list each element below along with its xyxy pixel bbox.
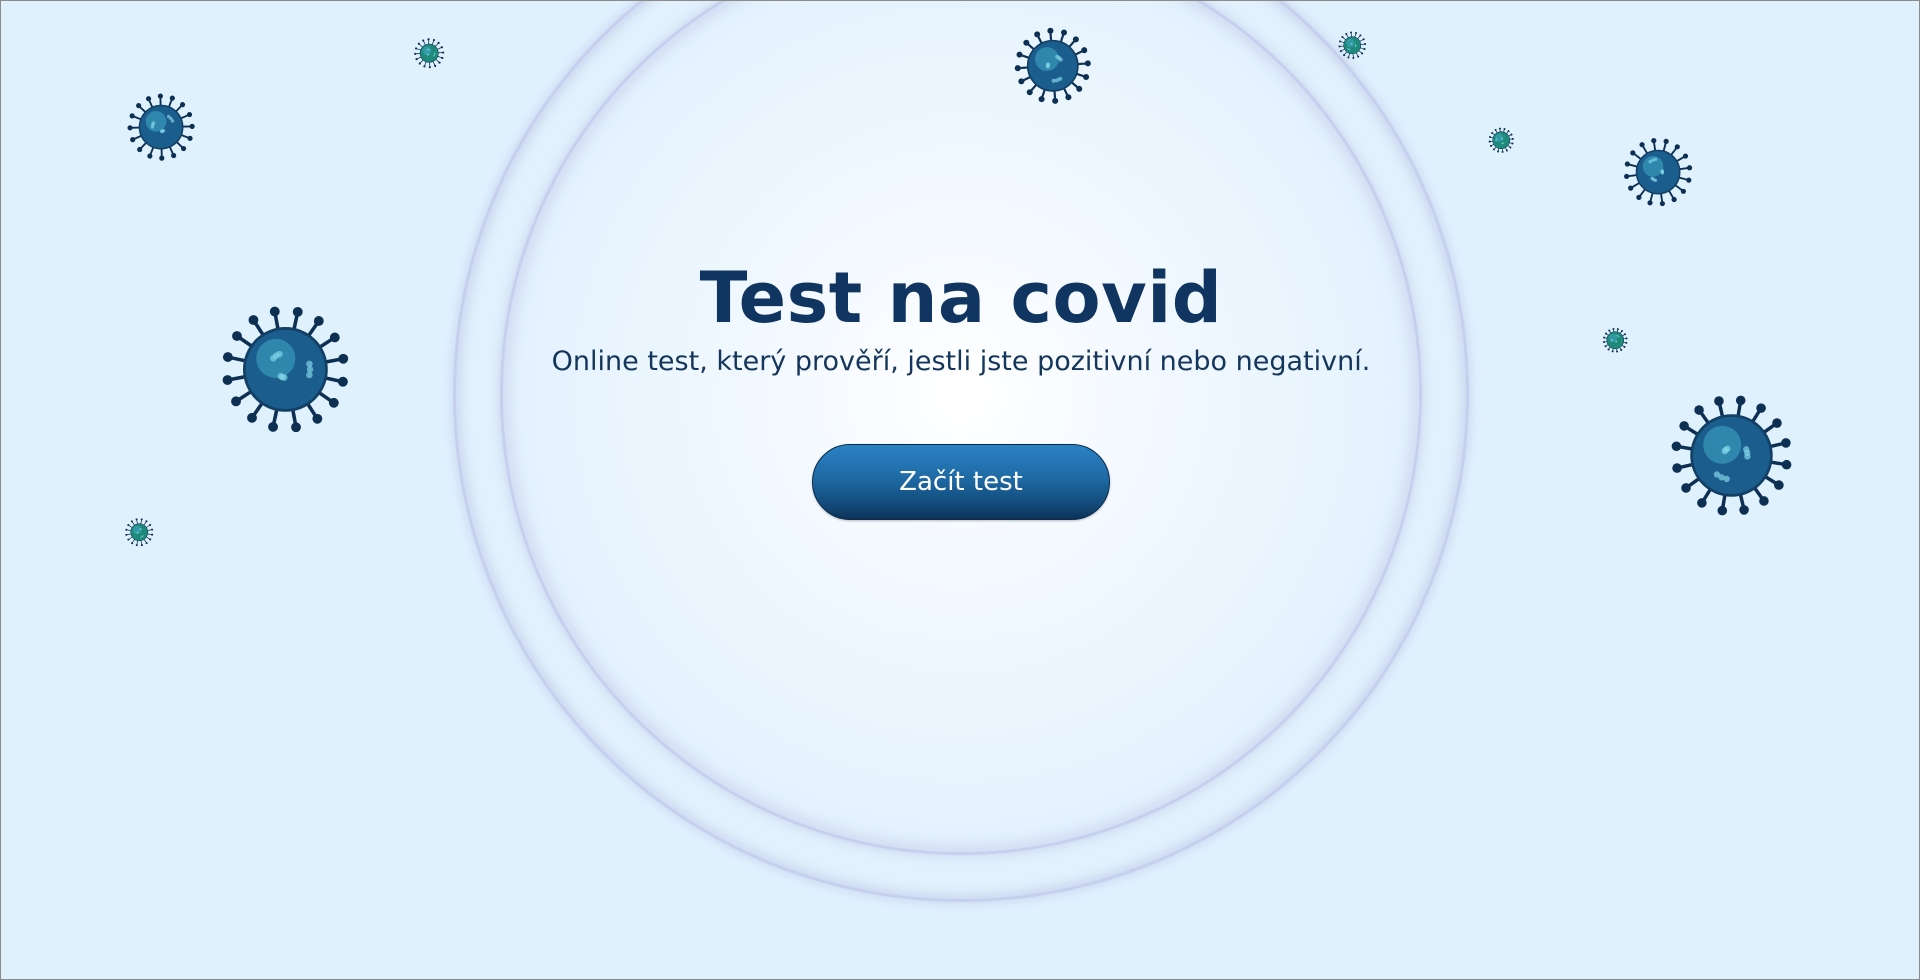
page-subtitle: Online test, který prověří, jestli jste … bbox=[551, 346, 1371, 377]
start-test-button[interactable]: Začít test bbox=[812, 444, 1110, 520]
virus-icon bbox=[1601, 326, 1630, 355]
virus-icon bbox=[413, 37, 445, 69]
virus-icon bbox=[217, 301, 354, 438]
virus-icon bbox=[125, 91, 197, 163]
page-background: Test na covid Online test, který prověří… bbox=[1, 1, 1920, 980]
virus-icon bbox=[1338, 31, 1367, 60]
virus-icon bbox=[1011, 24, 1095, 108]
virus-icon bbox=[1487, 126, 1516, 155]
virus-icon bbox=[125, 518, 154, 547]
virus-icon bbox=[1665, 389, 1798, 522]
page-title: Test na covid bbox=[699, 257, 1223, 339]
virus-icon bbox=[1622, 136, 1694, 208]
hero-section: Test na covid Online test, který prověří… bbox=[461, 256, 1461, 520]
